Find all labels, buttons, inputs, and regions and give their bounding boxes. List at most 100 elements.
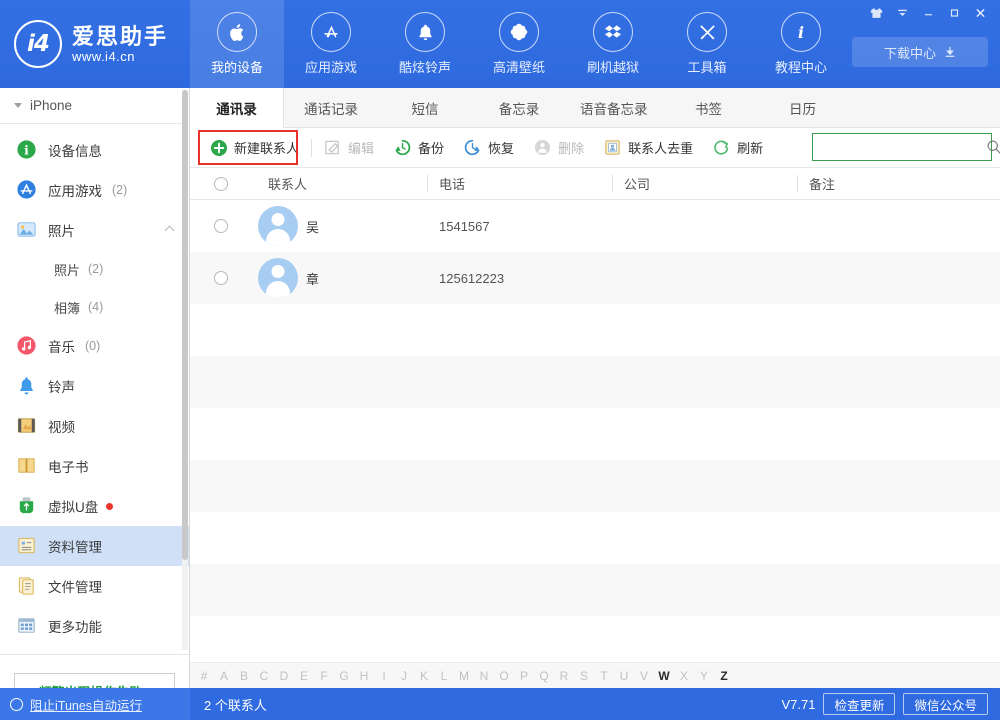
sidebar-item-count: (0) bbox=[85, 339, 100, 353]
alphabet-letter-z[interactable]: Z bbox=[714, 669, 734, 683]
alphabet-letter-i[interactable]: I bbox=[374, 669, 394, 683]
sidebar-item-data-management[interactable]: 资料管理 bbox=[0, 526, 189, 566]
music-icon bbox=[16, 335, 38, 357]
download-center-button[interactable]: 下载中心 bbox=[852, 37, 988, 67]
sidebar-item-video[interactable]: 视频 bbox=[0, 406, 189, 446]
alphabet-letter-h[interactable]: H bbox=[354, 669, 374, 683]
chevron-down-icon[interactable] bbox=[890, 2, 914, 24]
sidebar-scrollbar[interactable] bbox=[182, 90, 188, 650]
contacts-table-body: 吴 1541567 章 125612223 bbox=[190, 200, 1000, 628]
minimize-icon[interactable] bbox=[916, 2, 940, 24]
search-input[interactable] bbox=[813, 135, 986, 159]
alphabet-letter-m[interactable]: M bbox=[454, 669, 474, 683]
alphabet-letter-v[interactable]: V bbox=[634, 669, 654, 683]
alphabet-letter-y[interactable]: Y bbox=[694, 669, 714, 683]
alphabet-letter-hash[interactable]: # bbox=[194, 669, 214, 683]
column-header-name[interactable]: 联系人 bbox=[252, 168, 427, 200]
nav-item-wallpapers[interactable]: 高清壁纸 bbox=[472, 0, 566, 88]
search-icon[interactable] bbox=[986, 139, 1000, 155]
restore-button[interactable]: 恢复 bbox=[454, 134, 524, 162]
tab-call-log[interactable]: 通话记录 bbox=[284, 88, 378, 127]
alphabet-letter-k[interactable]: K bbox=[414, 669, 434, 683]
info-icon: i bbox=[781, 12, 821, 52]
maximize-icon[interactable] bbox=[942, 2, 966, 24]
sidebar-item-more-features[interactable]: 更多功能 bbox=[0, 606, 189, 646]
alphabet-letter-o[interactable]: O bbox=[494, 669, 514, 683]
flower-icon bbox=[499, 12, 539, 52]
contacts-count-label: 2 个联系人 bbox=[190, 695, 267, 714]
tab-voice-memos[interactable]: 语音备忘录 bbox=[566, 88, 662, 127]
sidebar-item-virtual-usb[interactable]: 虚拟U盘 bbox=[0, 486, 189, 526]
sidebar-item-ringtone[interactable]: 铃声 bbox=[0, 366, 189, 406]
alphabet-index-bar: #ABCDEFGHIJKLMNOPQRSTUVWXYZ bbox=[190, 662, 1000, 688]
sidebar-subitem-photos[interactable]: 照片 (2) bbox=[0, 250, 189, 288]
column-header-note[interactable]: 备注 bbox=[797, 168, 997, 200]
sidebar-scrollbar-thumb[interactable] bbox=[182, 90, 188, 560]
alphabet-letter-l[interactable]: L bbox=[434, 669, 454, 683]
alphabet-letter-g[interactable]: G bbox=[334, 669, 354, 683]
block-itunes-toggle[interactable]: 阻止iTunes自动运行 bbox=[0, 688, 190, 720]
check-update-button[interactable]: 检查更新 bbox=[823, 693, 895, 715]
nav-item-tutorials[interactable]: i 教程中心 bbox=[754, 0, 848, 88]
alphabet-letter-c[interactable]: C bbox=[254, 669, 274, 683]
nav-item-toolbox[interactable]: 工具箱 bbox=[660, 0, 754, 88]
alphabet-letter-j[interactable]: J bbox=[394, 669, 414, 683]
sidebar-item-photos[interactable]: 照片 bbox=[0, 210, 189, 250]
table-row[interactable]: 章 125612223 bbox=[190, 252, 1000, 304]
data-icon bbox=[16, 535, 38, 557]
alphabet-letter-r[interactable]: R bbox=[554, 669, 574, 683]
chevron-up-icon[interactable] bbox=[165, 226, 175, 236]
wechat-official-button[interactable]: 微信公众号 bbox=[903, 693, 988, 715]
nav-item-ringtones[interactable]: 酷炫铃声 bbox=[378, 0, 472, 88]
refresh-button[interactable]: 刷新 bbox=[703, 134, 773, 162]
select-all-radio[interactable] bbox=[214, 177, 228, 191]
sidebar-item-music[interactable]: 音乐 (0) bbox=[0, 326, 189, 366]
alphabet-letter-s[interactable]: S bbox=[574, 669, 594, 683]
column-header-phone[interactable]: 电话 bbox=[427, 168, 612, 200]
row-select-radio[interactable] bbox=[214, 271, 228, 285]
tab-bookmarks[interactable]: 书签 bbox=[662, 88, 756, 127]
nav-item-label: 酷炫铃声 bbox=[399, 57, 451, 76]
table-row[interactable]: 吴 1541567 bbox=[190, 200, 1000, 252]
sidebar-item-apps-games[interactable]: 应用游戏 (2) bbox=[0, 170, 189, 210]
alphabet-letter-t[interactable]: T bbox=[594, 669, 614, 683]
alphabet-letter-p[interactable]: P bbox=[514, 669, 534, 683]
tab-calendar[interactable]: 日历 bbox=[756, 88, 850, 127]
sidebar-item-ebook[interactable]: 电子书 bbox=[0, 446, 189, 486]
sidebar-device-header[interactable]: iPhone bbox=[0, 88, 189, 124]
alphabet-letter-f[interactable]: F bbox=[314, 669, 334, 683]
alphabet-letter-n[interactable]: N bbox=[474, 669, 494, 683]
alphabet-letter-x[interactable]: X bbox=[674, 669, 694, 683]
backup-button[interactable]: 备份 bbox=[384, 134, 454, 162]
sidebar-item-file-management[interactable]: 文件管理 bbox=[0, 566, 189, 606]
alphabet-letter-d[interactable]: D bbox=[274, 669, 294, 683]
dedupe-label: 联系人去重 bbox=[628, 138, 693, 157]
alphabet-letter-e[interactable]: E bbox=[294, 669, 314, 683]
nav-item-my-device[interactable]: 我的设备 bbox=[190, 0, 284, 88]
new-contact-button[interactable]: 新建联系人 bbox=[200, 134, 309, 162]
alphabet-letter-q[interactable]: Q bbox=[534, 669, 554, 683]
dedupe-contacts-button[interactable]: 联系人去重 bbox=[594, 134, 703, 162]
sidebar-item-label: 应用游戏 bbox=[48, 180, 102, 200]
nav-item-apps-games[interactable]: 应用游戏 bbox=[284, 0, 378, 88]
sidebar-subitem-albums[interactable]: 相簿 (4) bbox=[0, 288, 189, 326]
close-icon[interactable] bbox=[968, 2, 992, 24]
column-header-company[interactable]: 公司 bbox=[612, 168, 797, 200]
tab-contacts[interactable]: 通讯录 bbox=[190, 88, 284, 128]
tab-notes[interactable]: 备忘录 bbox=[472, 88, 566, 127]
sidebar-item-device-info[interactable]: i 设备信息 bbox=[0, 130, 189, 170]
alphabet-letter-b[interactable]: B bbox=[234, 669, 254, 683]
nav-item-flash-jailbreak[interactable]: 刷机越狱 bbox=[566, 0, 660, 88]
column-divider bbox=[797, 175, 798, 192]
sidebar-device-name: iPhone bbox=[30, 98, 72, 113]
edit-button[interactable]: 编辑 bbox=[314, 134, 384, 162]
row-select-radio[interactable] bbox=[214, 219, 228, 233]
search-box[interactable] bbox=[812, 133, 992, 161]
alphabet-letter-w[interactable]: W bbox=[654, 669, 674, 683]
tab-sms[interactable]: 短信 bbox=[378, 88, 472, 127]
alphabet-letter-u[interactable]: U bbox=[614, 669, 634, 683]
delete-button[interactable]: 删除 bbox=[524, 134, 594, 162]
skin-icon[interactable] bbox=[864, 2, 888, 24]
alphabet-letter-a[interactable]: A bbox=[214, 669, 234, 683]
version-label: V7.71 bbox=[781, 697, 815, 712]
